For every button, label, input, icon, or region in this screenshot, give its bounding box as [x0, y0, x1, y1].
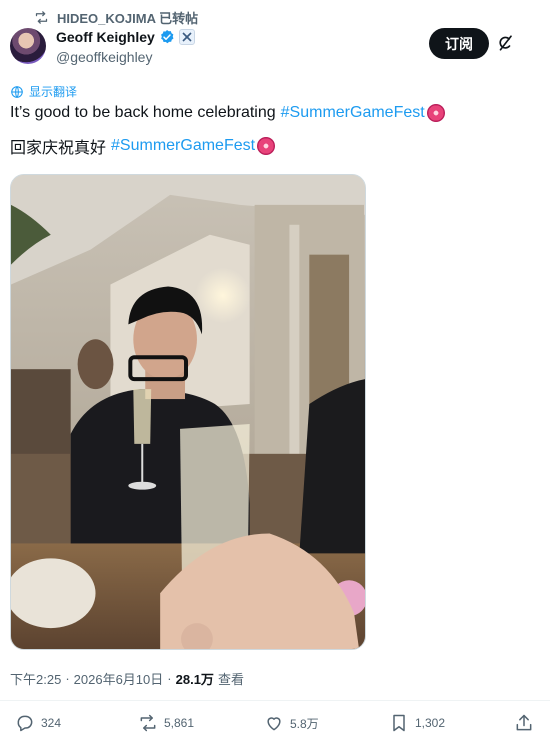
meta-separator: ·: [167, 671, 172, 686]
tweet-text-line-1: It’s good to be back home celebrating #S…: [10, 104, 445, 122]
tweet-time[interactable]: 下午2:25: [10, 669, 61, 688]
affiliate-badge-icon[interactable]: [178, 29, 195, 45]
repost-button[interactable]: 5,861: [138, 713, 194, 733]
like-count: 5.8万: [290, 716, 319, 731]
action-bar: 324 5,861 5.8万 1,302: [0, 713, 550, 737]
reply-icon: [17, 715, 33, 732]
reply-count: 324: [41, 716, 62, 730]
views-count: 28.1万: [175, 672, 214, 687]
reply-button[interactable]: 324: [15, 713, 61, 733]
divider: [0, 700, 550, 701]
author-handle[interactable]: @geoffkeighley: [56, 49, 195, 65]
hashtag-link[interactable]: #SummerGameFest: [281, 104, 425, 122]
author-display-name[interactable]: Geoff Keighley: [56, 29, 155, 45]
bookmark-count: 1,302: [415, 716, 446, 730]
like-button[interactable]: 5.8万: [264, 713, 319, 733]
summer-game-fest-hashflag-icon: [257, 137, 276, 155]
subscribe-button[interactable]: 订阅: [429, 28, 489, 59]
tweet-text-line-2: 回家庆祝真好 #SummerGameFest: [10, 134, 276, 158]
repost-attribution[interactable]: HIDEO_KOJIMA 已转帖: [34, 8, 198, 26]
avatar[interactable]: [10, 28, 46, 64]
translate-icon: [11, 85, 23, 98]
tweet-photo[interactable]: [10, 174, 366, 650]
tweet-text-translated: 回家庆祝真好: [10, 140, 107, 157]
hashtag-link[interactable]: #SummerGameFest: [111, 137, 255, 155]
tweet-date[interactable]: 2026年6月10日: [74, 669, 164, 688]
bookmark-icon: [393, 714, 405, 732]
repost-label: HIDEO_KOJIMA 已转帖: [57, 10, 199, 26]
repost-count: 5,861: [164, 716, 195, 730]
verified-badge-icon[interactable]: [159, 29, 175, 45]
repost-icon: [140, 714, 156, 732]
grok-icon[interactable]: [496, 34, 514, 52]
views-label: 查看: [217, 672, 244, 687]
show-translation-label: 显示翻译: [29, 85, 78, 99]
bookmark-button[interactable]: 1,302: [389, 713, 445, 733]
author-block: Geoff Keighley @geoffkeighley: [56, 28, 195, 65]
show-translation-link[interactable]: 显示翻译: [10, 83, 77, 100]
share-button[interactable]: [514, 713, 534, 733]
summer-game-fest-hashflag-icon: [426, 104, 445, 122]
tweet-metadata: 下午2:25 · 2026年6月10日 · 28.1万 查看: [10, 669, 244, 688]
share-icon: [516, 714, 532, 731]
repost-icon: [35, 10, 48, 24]
heart-icon: [267, 717, 281, 731]
meta-separator: ·: [65, 671, 70, 686]
tweet-text: It’s good to be back home celebrating: [10, 104, 276, 121]
